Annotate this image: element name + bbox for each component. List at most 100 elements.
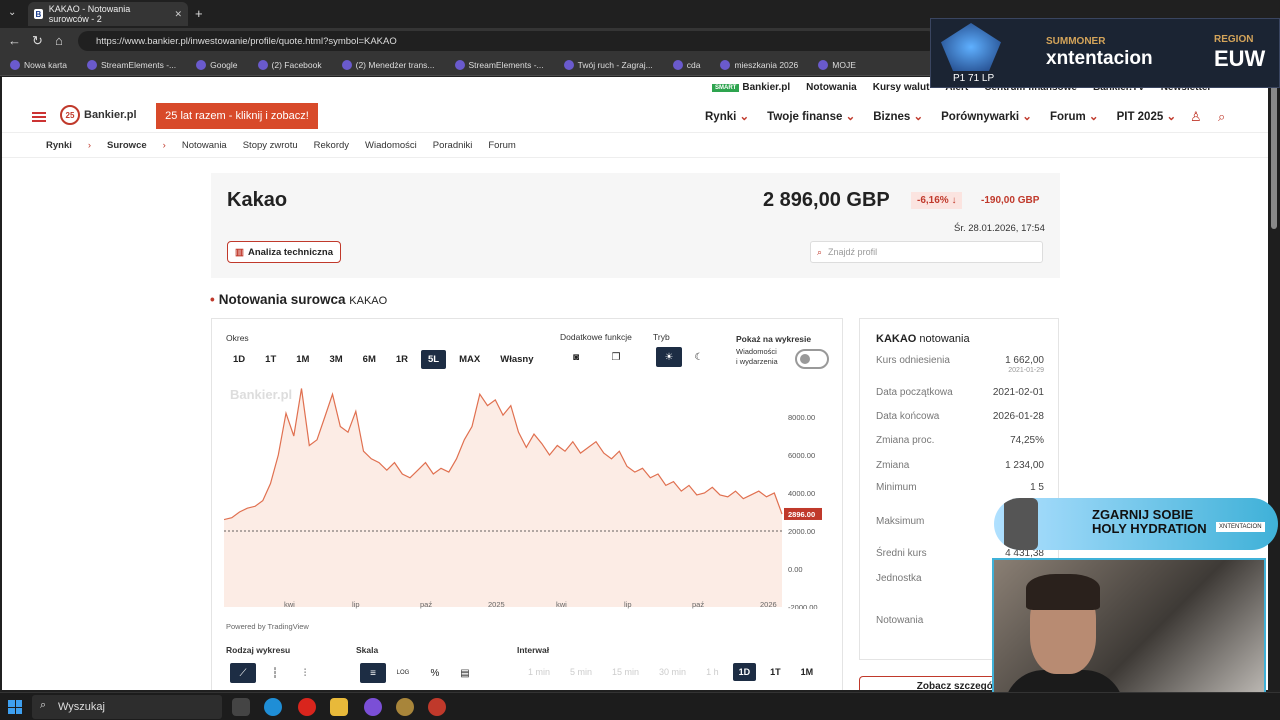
bookmark-label: Nowa karta xyxy=(24,59,67,70)
bookmark[interactable]: StreamElements -... xyxy=(454,59,544,70)
interval-30min[interactable]: 30 min xyxy=(653,663,692,681)
edge-icon[interactable] xyxy=(264,698,282,716)
interval-1m[interactable]: 1M xyxy=(795,663,820,681)
user-icon[interactable]: ♙ xyxy=(1190,109,1202,125)
news-toggle[interactable] xyxy=(795,349,829,369)
scroll-thumb[interactable] xyxy=(1271,79,1277,229)
period-własny[interactable]: Własny xyxy=(493,350,540,369)
windows-start-icon[interactable] xyxy=(8,700,22,714)
log-scale-button[interactable]: LOG xyxy=(390,663,416,683)
bookmark[interactable]: Google xyxy=(196,59,238,70)
logo[interactable]: 25 Bankier.pl xyxy=(60,105,137,125)
subnav-item[interactable]: Rekordy xyxy=(314,140,349,151)
bookmark[interactable]: cda xyxy=(672,59,700,70)
period-1m[interactable]: 1M xyxy=(289,350,316,369)
interval-1h[interactable]: 1 h xyxy=(700,663,725,681)
menu-item[interactable]: Forum xyxy=(1050,109,1099,123)
period-max[interactable]: MAX xyxy=(452,350,487,369)
menu-item[interactable]: Biznes xyxy=(873,109,923,123)
menu-icon[interactable] xyxy=(32,112,46,122)
price-chart[interactable]: Bankier.pl 8000.00 6000.00 4000.00 2000.00 0.… xyxy=(224,379,824,609)
summoner-label: SUMMONER xyxy=(1046,36,1106,47)
bookmark[interactable]: MOJE xyxy=(818,59,856,70)
subnav-item[interactable]: Stopy zwrotu xyxy=(243,140,298,151)
subnav-item[interactable]: Notowania xyxy=(182,140,227,151)
ad-line: HOLY HYDRATION xyxy=(1092,521,1207,536)
task-view-icon[interactable] xyxy=(232,698,250,716)
subnav-item[interactable]: Wiadomości xyxy=(365,140,417,151)
profile-search-input[interactable]: ⌕ Znajdź profil xyxy=(810,241,1043,263)
bookmark[interactable]: StreamElements -... xyxy=(87,59,177,70)
close-tab-icon[interactable]: ✕ xyxy=(174,9,182,20)
menu-item[interactable]: Porównywarki xyxy=(941,109,1032,123)
technical-analysis-button[interactable]: ▥ Analiza techniczna xyxy=(227,241,341,263)
app-icon[interactable] xyxy=(364,698,382,716)
sponsor-ad: ZGARNIJ SOBIE HOLY HYDRATION XNTENTACION xyxy=(994,498,1278,550)
x-tick-label: 2025 xyxy=(488,600,505,609)
crumb[interactable]: Rynki xyxy=(46,140,72,151)
league-icon[interactable] xyxy=(396,698,414,716)
obs-icon[interactable] xyxy=(428,698,446,716)
tab-menu-icon[interactable]: ⌄ xyxy=(8,7,16,18)
search-icon[interactable]: ⌕ xyxy=(1218,109,1225,125)
interval-15min[interactable]: 15 min xyxy=(606,663,645,681)
menu-item[interactable]: Rynki xyxy=(705,109,749,123)
folder-icon[interactable] xyxy=(330,698,348,716)
subnav-item[interactable]: Forum xyxy=(488,140,515,151)
new-tab-icon[interactable]: + xyxy=(195,6,203,21)
bookmark[interactable]: Nowa karta xyxy=(10,59,67,70)
bookmark[interactable]: (2) Menedżer trans... xyxy=(341,59,435,70)
scrollbar[interactable] xyxy=(1268,77,1280,690)
copy-icon[interactable]: ❐ xyxy=(603,347,629,367)
y-tick-label: 2000.00 xyxy=(788,527,815,536)
period-1r[interactable]: 1R xyxy=(389,350,415,369)
home-icon[interactable]: ⌂ xyxy=(55,33,63,48)
mode-label: Tryb xyxy=(653,332,670,342)
taskbar-search[interactable]: ⌕ Wyszukaj xyxy=(32,695,222,719)
interval-1min[interactable]: 1 min xyxy=(522,663,556,681)
interval-1t[interactable]: 1T xyxy=(764,663,787,681)
interval-5min[interactable]: 5 min xyxy=(564,663,598,681)
powered-by: Powered by TradingView xyxy=(226,622,309,631)
browser-tab[interactable]: B KAKAO - Notowania surowców - 2 ✕ xyxy=(28,2,188,26)
menu-item[interactable]: Twoje finanse xyxy=(767,109,855,123)
promo-button[interactable]: 25 lat razem - kliknij i zobacz! xyxy=(156,103,318,129)
menu-item[interactable]: PIT 2025 xyxy=(1117,109,1177,123)
back-icon[interactable]: ← xyxy=(8,33,21,48)
row-value: 1 5 xyxy=(1030,482,1044,493)
linear-scale-icon[interactable]: ≡ xyxy=(360,663,386,683)
bookmark[interactable]: Twój ruch - Zagraj... xyxy=(563,59,653,70)
row-value: 1 234,00 xyxy=(1005,460,1044,471)
x-tick-label: kwi xyxy=(284,600,295,609)
bookmark[interactable]: (2) Facebook xyxy=(257,59,322,70)
candle-icon[interactable]: ┆ xyxy=(262,663,288,683)
period-5l[interactable]: 5L xyxy=(421,350,447,369)
line-chart-icon[interactable]: ⟋ xyxy=(230,663,256,683)
crumb[interactable]: Surowce xyxy=(107,140,147,151)
row-value: 1 662,00 xyxy=(1005,355,1044,366)
url-field[interactable]: https://www.bankier.pl/inwestowanie/prof… xyxy=(78,31,938,51)
ohlc-icon[interactable]: ⫶ xyxy=(292,663,318,683)
light-mode-icon[interactable]: ☀ xyxy=(656,347,682,367)
period-6m[interactable]: 6M xyxy=(356,350,383,369)
dark-mode-icon[interactable]: ☾ xyxy=(686,347,712,367)
bookmark-label: StreamElements -... xyxy=(101,59,177,70)
percent-scale-button[interactable]: % xyxy=(422,663,448,683)
period-1t[interactable]: 1T xyxy=(258,350,283,369)
period-3m[interactable]: 3M xyxy=(322,350,349,369)
interval-1d[interactable]: 1D xyxy=(732,663,757,681)
x-tick-label: kwi xyxy=(556,600,567,609)
opera-icon[interactable] xyxy=(298,698,316,716)
top-link[interactable]: Kursy walut xyxy=(873,82,930,93)
smart-bankier-link[interactable]: SMART Bankier.pl xyxy=(712,82,790,93)
camera-icon[interactable]: ◙ xyxy=(563,347,589,367)
table-icon[interactable]: ▤ xyxy=(452,663,478,683)
quotes-title: KAKAO notowania xyxy=(876,333,970,345)
subnav-item[interactable]: Poradniki xyxy=(433,140,473,151)
chevron-right-icon: › xyxy=(87,140,92,151)
period-1d[interactable]: 1D xyxy=(226,350,252,369)
row-label: Notowania xyxy=(876,615,924,626)
bookmark[interactable]: mieszkania 2026 xyxy=(720,59,798,70)
reload-icon[interactable]: ↻ xyxy=(32,33,43,49)
top-link[interactable]: Notowania xyxy=(806,82,857,93)
